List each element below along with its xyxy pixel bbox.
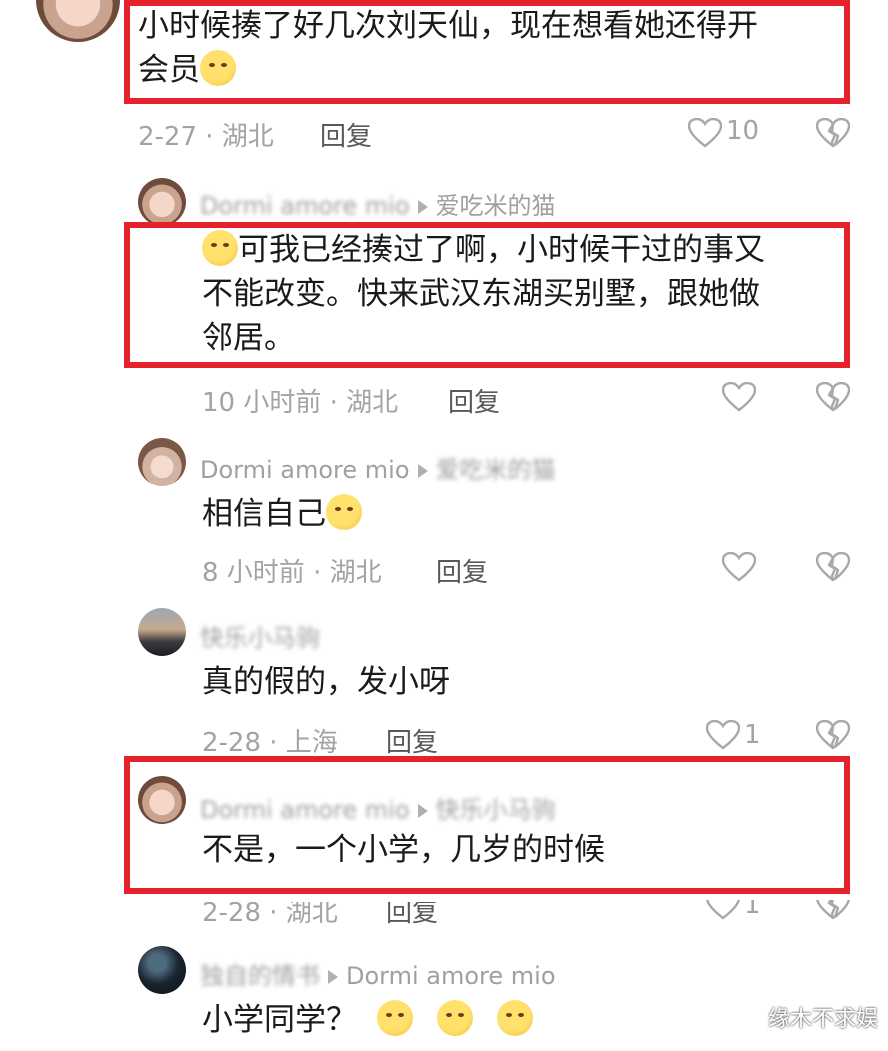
highlight-box <box>124 0 850 104</box>
username[interactable]: Dormi amore mio <box>200 192 410 220</box>
comment-username-line: 独自的情书 Dormi amore mio <box>200 956 556 991</box>
like-count: 1 <box>744 890 761 920</box>
reply-button[interactable]: 回复 <box>386 902 438 929</box>
reply-button[interactable]: 回复 <box>386 722 438 759</box>
broken-heart-icon[interactable] <box>816 382 850 412</box>
comment-username-line: Dormi amore mio 爱吃米的猫 <box>200 186 556 221</box>
crying-laughing-emoji-icon <box>376 1000 413 1036</box>
username[interactable]: 快乐小马驹 <box>200 624 320 652</box>
comment-text: 相信自己 <box>202 492 362 536</box>
watermark: 缘木不求娱 <box>767 1007 878 1032</box>
comment-meta: 2-28 · 上海 <box>202 728 338 758</box>
heart-icon[interactable] <box>706 890 740 920</box>
reply-arrow-icon <box>417 200 428 214</box>
comment-text: 真的假的，发小呀 <box>202 664 450 700</box>
broken-heart-icon[interactable] <box>816 720 850 750</box>
reply-button[interactable]: 回复 <box>320 116 372 153</box>
like-count: 1 <box>744 720 761 750</box>
highlight-box <box>124 222 850 368</box>
avatar[interactable] <box>36 0 120 42</box>
comment-meta: 2-27 · 湖北 <box>138 122 274 152</box>
comment-text: 小学同学？ <box>202 998 533 1042</box>
crying-laughing-emoji-icon <box>496 1000 533 1036</box>
smirk-face-emoji-icon <box>326 494 362 530</box>
broken-heart-icon[interactable] <box>816 552 850 582</box>
reply-button[interactable]: 回复 <box>436 552 488 589</box>
avatar[interactable] <box>138 608 186 656</box>
heart-icon[interactable] <box>706 720 740 750</box>
reply-button[interactable]: 回复 <box>448 382 500 419</box>
avatar[interactable] <box>138 438 186 486</box>
like-count: 10 <box>726 116 760 146</box>
reply-to-user[interactable]: Dormi amore mio <box>346 962 556 990</box>
avatar[interactable] <box>138 178 186 226</box>
comment-meta: 10 小时前 · 湖北 <box>202 388 399 418</box>
avatar[interactable] <box>138 946 186 994</box>
reply-to-user[interactable]: 爱吃米的猫 <box>436 456 556 484</box>
comment-username-line: 快乐小马驹 <box>200 618 320 653</box>
reply-arrow-icon <box>328 970 338 984</box>
comment-username-line: Dormi amore mio 爱吃米的猫 <box>200 450 556 485</box>
reply-to-user[interactable]: 爱吃米的猫 <box>436 192 556 220</box>
comment-meta: 8 小时前 · 湖北 <box>202 558 382 588</box>
username[interactable]: Dormi amore mio <box>200 456 410 484</box>
crying-laughing-emoji-icon <box>436 1000 473 1036</box>
highlight-box <box>124 756 850 894</box>
broken-heart-icon[interactable] <box>816 118 850 148</box>
broken-heart-icon[interactable] <box>816 890 850 920</box>
heart-icon[interactable] <box>688 118 722 148</box>
heart-icon[interactable] <box>722 382 756 412</box>
comment-meta: 2-28 · 湖北 <box>202 898 338 928</box>
reply-arrow-icon <box>417 464 428 478</box>
heart-icon[interactable] <box>722 552 756 582</box>
username[interactable]: 独自的情书 <box>200 962 320 990</box>
